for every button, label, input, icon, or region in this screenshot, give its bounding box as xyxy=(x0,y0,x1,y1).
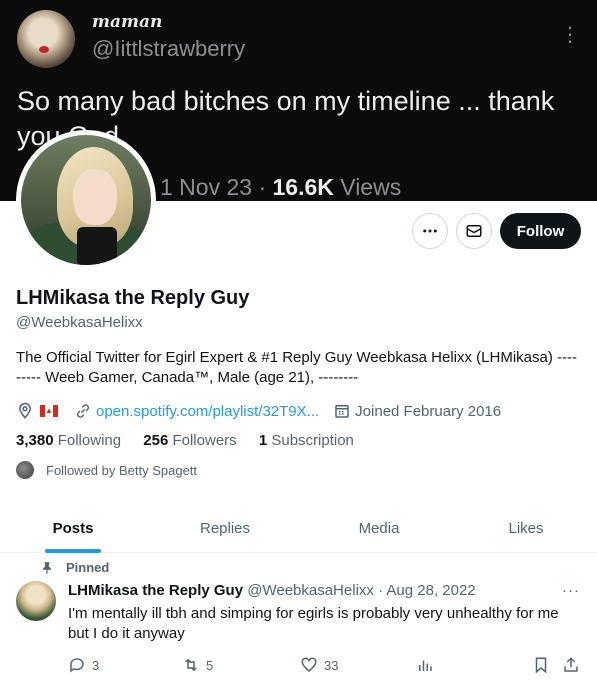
profile-meta-row: ▲ open.spotify.com/playlist/32T9X... Joi… xyxy=(16,400,501,422)
message-button[interactable] xyxy=(456,213,492,249)
banner-handle: @Iittlstrawberry xyxy=(92,36,246,61)
profile-joined: Joined February 2016 xyxy=(355,402,502,420)
banner-views-count: 16.6K xyxy=(272,174,334,200)
banner-name: maman xyxy=(92,12,163,32)
profile-avatar[interactable] xyxy=(16,130,156,270)
tweet-text: I'm mentally ill tbh and simping for egi… xyxy=(68,605,559,642)
profile-website-link[interactable]: open.spotify.com/playlist/32T9X... xyxy=(96,403,319,420)
banner-views-label: Views xyxy=(340,174,402,200)
envelope-icon xyxy=(466,225,482,237)
bookmark-icon xyxy=(535,657,547,674)
canada-flag-icon: ▲ xyxy=(40,405,58,417)
follower-avatar xyxy=(16,461,34,479)
profile-handle: @WeebkasaHelixx xyxy=(16,314,143,331)
followed-by-text: Followed by Betty Spagett xyxy=(46,462,198,478)
tab-media[interactable]: Media xyxy=(304,503,454,553)
tab-likes[interactable]: Likes xyxy=(455,503,597,553)
link-icon xyxy=(74,402,92,420)
followers-link[interactable]: 256 Followers xyxy=(143,432,236,449)
location-icon xyxy=(16,402,34,420)
tweet-more-icon[interactable]: ··· xyxy=(562,582,580,599)
followed-by[interactable]: Followed by Betty Spagett xyxy=(16,461,197,479)
bookmark-button[interactable] xyxy=(532,656,556,674)
banner-meta: 1 Nov 23 · 16.6K Views xyxy=(160,174,401,201)
pinned-indicator: Pinned xyxy=(40,560,109,575)
views-button[interactable] xyxy=(416,656,440,674)
reply-button[interactable]: 3 xyxy=(68,656,99,674)
tweet-author-avatar[interactable] xyxy=(16,581,56,621)
retweet-button[interactable]: 5 xyxy=(182,656,213,674)
profile-bio: The Official Twitter for Egirl Expert & … xyxy=(16,349,578,386)
active-tab-indicator xyxy=(45,549,101,553)
tab-replies[interactable]: Replies xyxy=(150,503,300,553)
share-icon xyxy=(564,657,578,672)
tweet-actions: 3 5 33 xyxy=(68,656,583,676)
banner-more-icon: ⋮ xyxy=(560,24,580,46)
pin-icon xyxy=(40,561,54,575)
tab-posts[interactable]: Posts xyxy=(0,503,146,553)
more-button[interactable] xyxy=(412,213,448,249)
retweet-icon xyxy=(185,658,197,672)
banner-avatar xyxy=(17,10,75,68)
like-button[interactable]: 33 xyxy=(300,656,338,674)
avatar-photo xyxy=(21,135,151,265)
subscriptions-link[interactable]: 1 Subscription xyxy=(259,432,354,449)
calendar-icon xyxy=(333,402,351,420)
profile-display-name: LHMikasa the Reply Guy xyxy=(16,287,250,309)
profile-counts: 3,380 Following 256 Followers 1 Subscrip… xyxy=(16,432,372,449)
tweet-header: LHMikasa the Reply Guy @WeebkasaHelixx ·… xyxy=(68,582,476,599)
following-link[interactable]: 3,380 Following xyxy=(16,432,121,449)
follow-button[interactable]: Follow xyxy=(500,213,581,249)
profile-tabs: Posts Replies Media Likes xyxy=(0,503,597,553)
tweet-author-handle-date[interactable]: @WeebkasaHelixx · Aug 28, 2022 xyxy=(247,582,475,599)
analytics-icon xyxy=(419,660,432,671)
reply-icon xyxy=(70,658,84,673)
more-icon xyxy=(423,229,437,233)
tweet-author-name[interactable]: LHMikasa the Reply Guy xyxy=(68,582,243,599)
banner-date: 1 Nov 23 · xyxy=(160,174,267,200)
share-button[interactable] xyxy=(562,656,586,674)
heart-icon xyxy=(301,657,317,672)
